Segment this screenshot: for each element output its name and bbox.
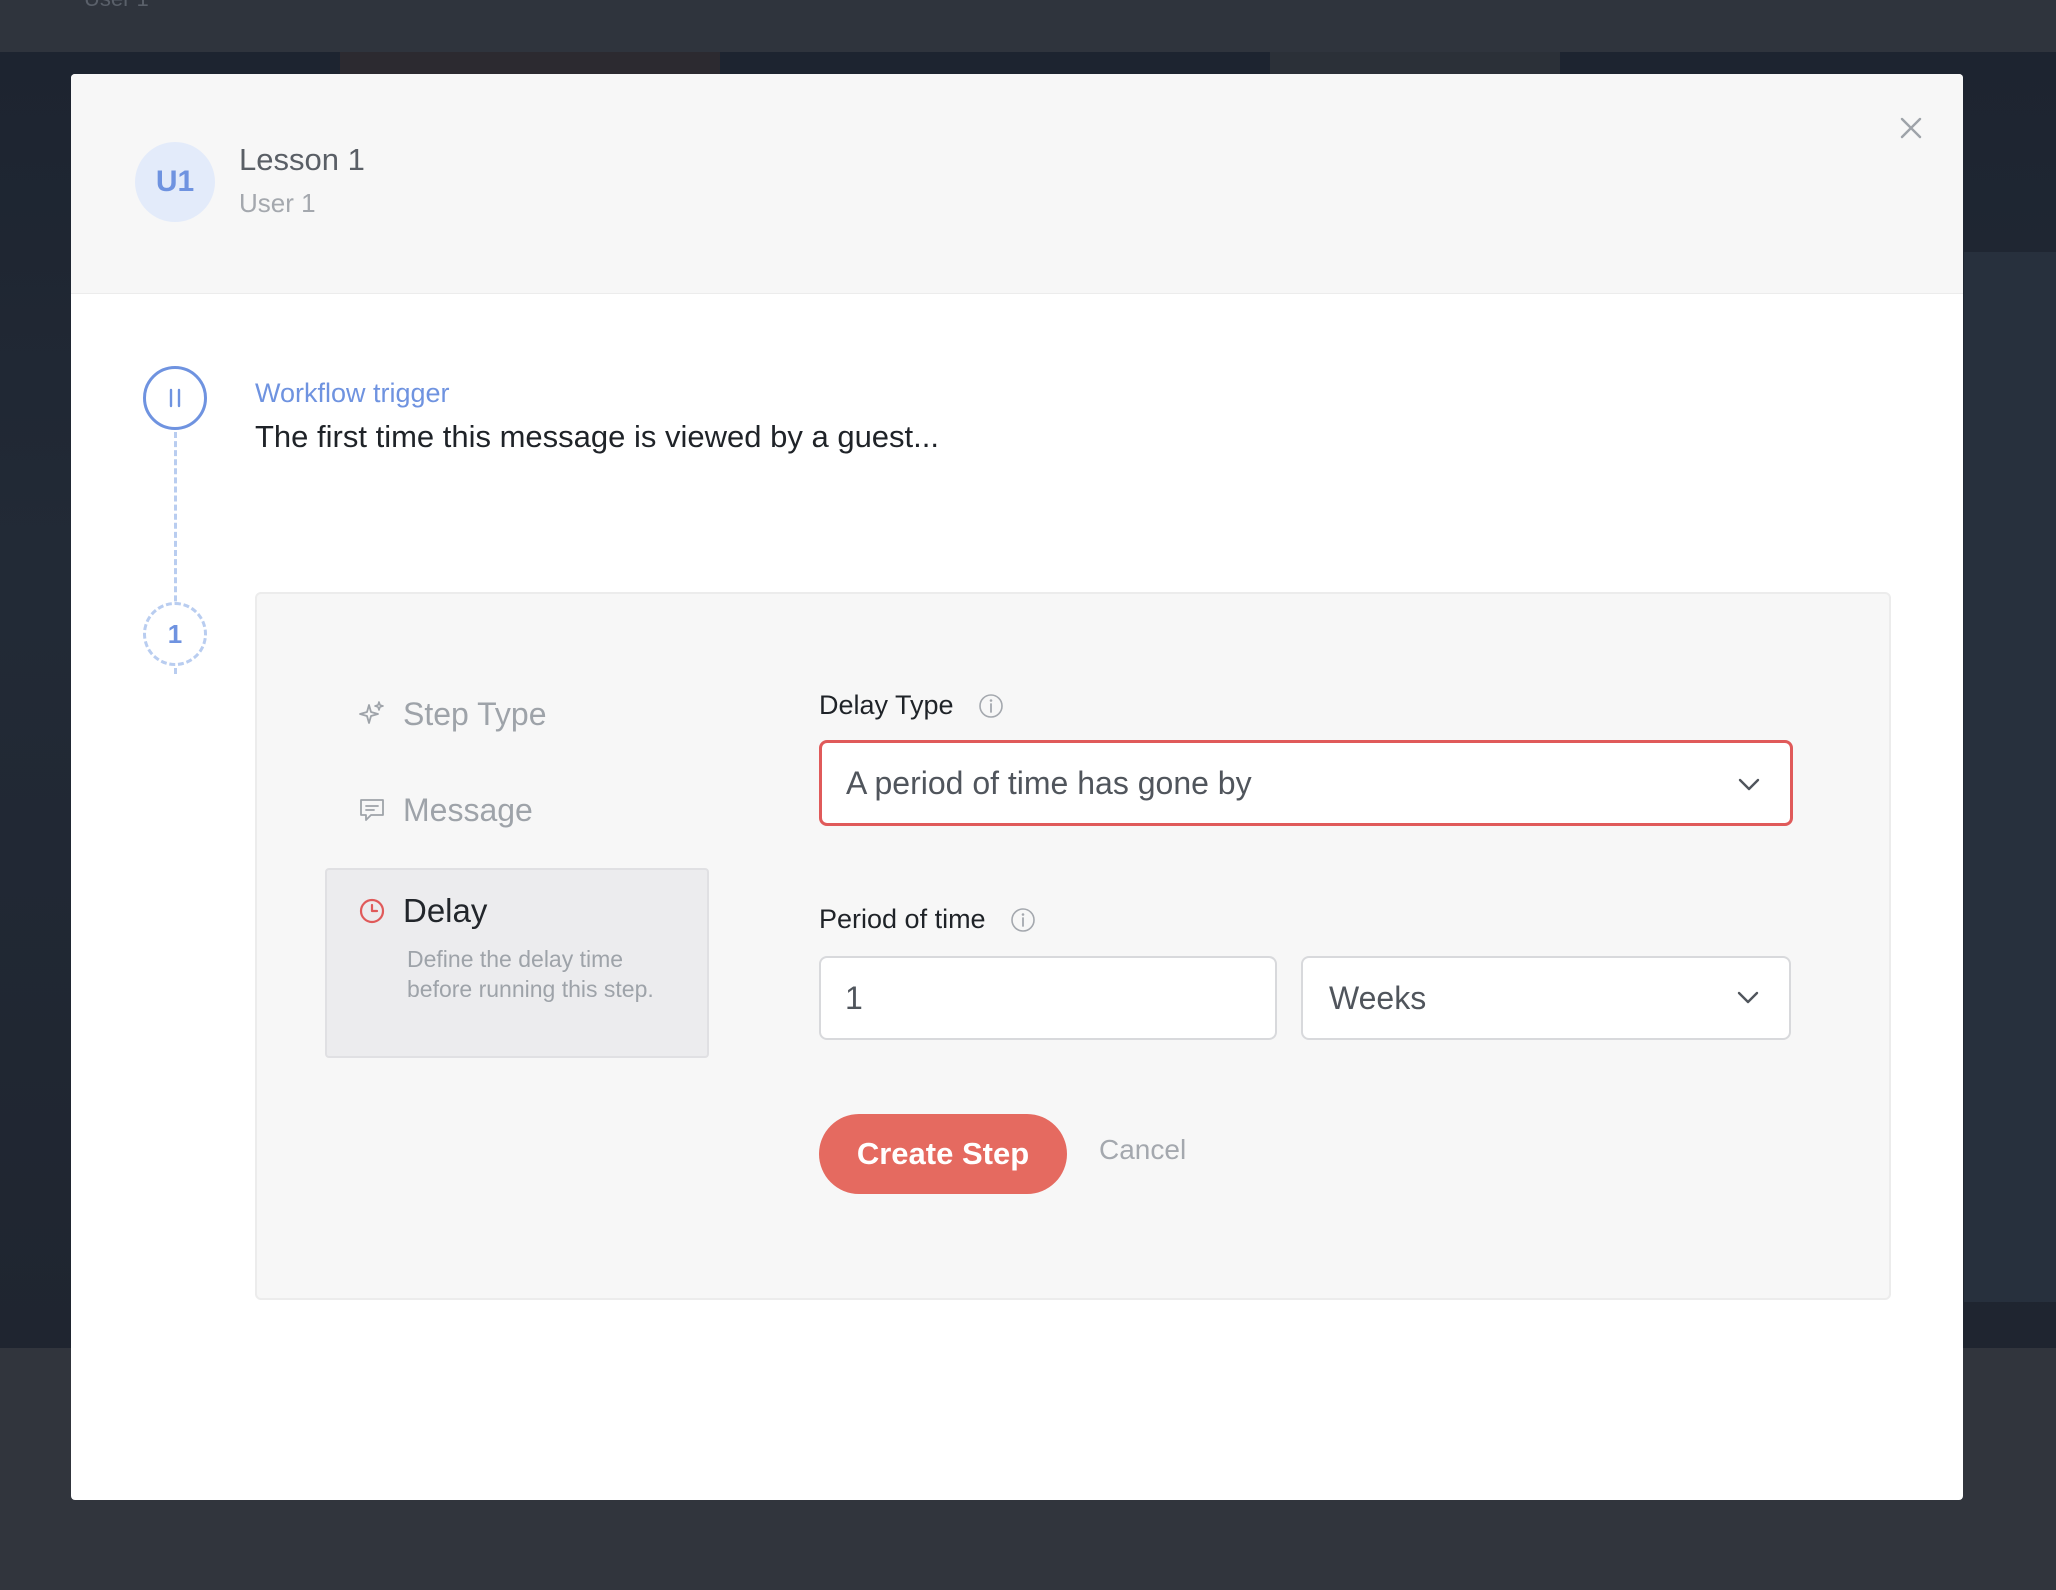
modal-subtitle: User 1 xyxy=(239,188,316,218)
sparkle-icon xyxy=(359,701,384,724)
close-icon xyxy=(1900,117,1922,139)
modal-header: U1 Lesson 1 User 1 xyxy=(71,74,1963,294)
step-editor-card: Step Type Message Delay Define the delay… xyxy=(255,592,1891,1300)
trigger-node xyxy=(143,366,207,430)
delay-type-select[interactable]: A period of time has gone by xyxy=(819,740,1793,826)
close-button[interactable] xyxy=(1889,106,1933,150)
step-nav-label: Delay xyxy=(403,892,488,929)
delay-type-value: A period of time has gone by xyxy=(846,764,1252,801)
avatar: U1 xyxy=(135,142,215,222)
period-of-time-label: Period of time xyxy=(819,904,1036,935)
background-panel xyxy=(1964,252,2056,1302)
delay-type-label-text: Delay Type xyxy=(819,690,954,720)
workflow-trigger-label: Workflow trigger xyxy=(255,378,450,408)
delay-type-label: Delay Type xyxy=(819,690,1004,721)
period-unit-select[interactable]: Weeks xyxy=(1301,956,1791,1040)
clock-icon xyxy=(359,898,385,924)
workflow-trigger-text: The first time this message is viewed by… xyxy=(255,419,939,454)
modal-title: Lesson 1 xyxy=(239,142,365,177)
create-step-modal: U1 Lesson 1 User 1 1 Workflow trigger Th… xyxy=(71,74,1963,1500)
info-icon[interactable] xyxy=(1010,907,1036,933)
step-nav-step-type[interactable]: Step Type xyxy=(357,694,547,734)
chat-icon xyxy=(360,799,384,821)
info-icon[interactable] xyxy=(978,693,1004,719)
step-nav-message[interactable]: Message xyxy=(357,790,533,830)
period-amount-input[interactable]: 1 xyxy=(819,956,1277,1040)
step-nav-label: Step Type xyxy=(403,695,547,732)
create-step-button[interactable]: Create Step xyxy=(819,1114,1067,1194)
period-unit-value: Weeks xyxy=(1329,979,1427,1016)
background-topbar: User 1 xyxy=(0,0,2056,52)
step-nav-delay[interactable]: Delay Define the delay time before runni… xyxy=(325,868,709,1058)
background-topbar-text: User 1 xyxy=(84,0,149,12)
step-number-node: 1 xyxy=(143,602,207,666)
chevron-down-icon xyxy=(1737,991,1759,1004)
step-nav-label: Message xyxy=(403,791,533,828)
period-of-time-label-text: Period of time xyxy=(819,904,986,934)
step-nav-description: Define the delay time before running thi… xyxy=(407,946,654,1002)
cancel-button[interactable]: Cancel xyxy=(1099,1134,1186,1166)
pause-icon xyxy=(169,388,181,408)
chevron-down-icon xyxy=(1738,778,1760,791)
